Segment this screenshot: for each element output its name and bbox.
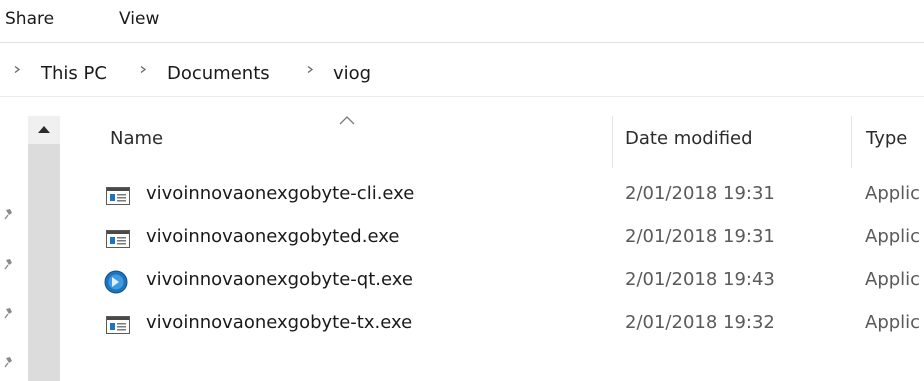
pin-icon[interactable] — [2, 355, 16, 369]
pin-icon[interactable] — [2, 306, 16, 320]
file-type: Applic — [865, 226, 921, 247]
column-header-date-modified[interactable]: Date modified — [625, 128, 753, 149]
crumb-viog[interactable]: viog — [333, 64, 371, 84]
exe-window-icon — [106, 316, 130, 334]
column-divider[interactable] — [851, 116, 852, 168]
file-name: vivoinnovaonexgobyted.exe — [146, 226, 400, 247]
pin-icon[interactable] — [2, 257, 16, 271]
tab-view[interactable]: View — [119, 9, 159, 29]
file-row[interactable]: vivoinnovaonexgobyted.exe 2/01/2018 19:3… — [100, 223, 924, 255]
file-row[interactable]: vivoinnovaonexgobyte-cli.exe 2/01/2018 1… — [100, 180, 924, 212]
exe-window-icon — [106, 187, 130, 205]
nav-scroll-up-button[interactable] — [28, 116, 60, 144]
file-row[interactable]: vivoinnovaonexgobyte-qt.exe 2/01/2018 19… — [100, 266, 924, 298]
file-date-modified: 2/01/2018 19:43 — [625, 269, 775, 290]
file-date-modified: 2/01/2018 19:32 — [625, 312, 775, 333]
column-divider[interactable] — [612, 116, 613, 168]
address-divider — [0, 96, 924, 97]
file-row[interactable]: vivoinnovaonexgobyte-tx.exe 2/01/2018 19… — [100, 309, 924, 341]
pin-icon[interactable] — [2, 207, 16, 221]
exe-window-icon — [106, 230, 130, 248]
file-name: vivoinnovaonexgobyte-qt.exe — [146, 269, 413, 290]
column-header-name[interactable]: Name — [110, 128, 163, 149]
chevron-right-icon[interactable] — [14, 66, 21, 73]
file-type: Applic — [865, 183, 921, 204]
tab-share[interactable]: Share — [5, 9, 54, 29]
sort-ascending-icon — [339, 116, 355, 125]
ribbon-tabs: Share View — [0, 0, 924, 42]
ribbon-divider — [0, 42, 924, 43]
file-date-modified: 2/01/2018 19:31 — [625, 183, 775, 204]
chevron-right-icon[interactable] — [307, 66, 314, 73]
crumb-documents[interactable]: Documents — [167, 64, 270, 84]
chevron-right-icon[interactable] — [140, 66, 147, 73]
chevron-up-icon — [38, 126, 50, 133]
file-type: Applic — [865, 312, 921, 333]
nav-scrollbar-track[interactable] — [28, 116, 60, 381]
file-name: vivoinnovaonexgobyte-cli.exe — [146, 183, 415, 204]
file-name: vivoinnovaonexgobyte-tx.exe — [146, 312, 413, 333]
file-type: Applic — [865, 269, 921, 290]
file-date-modified: 2/01/2018 19:31 — [625, 226, 775, 247]
crumb-this-pc[interactable]: This PC — [41, 64, 107, 84]
column-header-type[interactable]: Type — [866, 128, 907, 149]
app-logo-icon — [104, 270, 128, 294]
